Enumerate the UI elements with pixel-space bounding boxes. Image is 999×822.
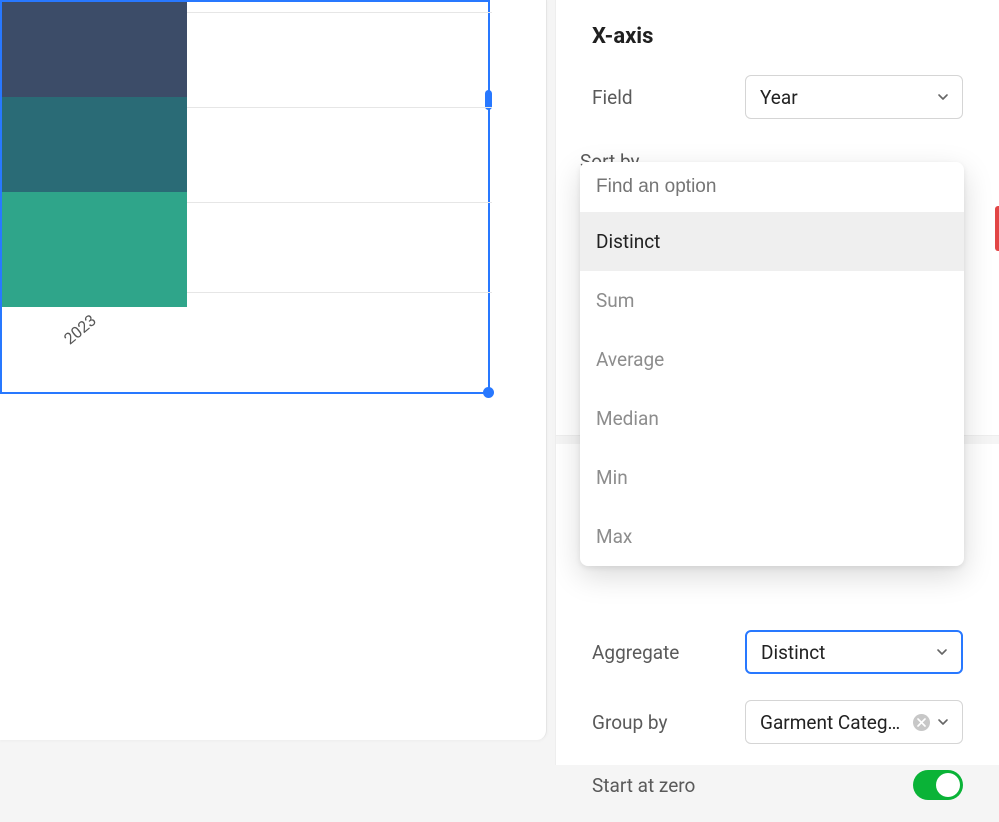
field-label: Field (592, 86, 633, 109)
chevron-down-icon (935, 645, 949, 659)
stacked-bar (2, 2, 187, 307)
groupby-label: Group by (592, 711, 667, 734)
start-at-zero-toggle[interactable] (913, 770, 963, 800)
dropdown-search-input[interactable] (580, 162, 964, 212)
start-at-zero-label: Start at zero (592, 774, 695, 797)
dropdown-item-min[interactable]: Min (580, 448, 964, 507)
field-select[interactable]: Year (745, 75, 963, 119)
dropdown-item-max[interactable]: Max (580, 507, 964, 566)
aggregate-select[interactable]: Distinct (745, 630, 963, 674)
x-axis-tick-label: 2023 (60, 311, 100, 349)
xaxis-title: X-axis (592, 24, 963, 49)
field-row-field: Field Year (592, 75, 963, 119)
dropdown-item-median[interactable]: Median (580, 389, 964, 448)
red-edge-indicator (995, 206, 999, 251)
field-row-aggregate: Aggregate Distinct (592, 630, 963, 674)
chart-gridlines (187, 2, 492, 292)
bar-segment-top (2, 2, 187, 97)
field-row-groupby: Group by Garment Categ… (592, 700, 963, 744)
bar-segment-bottom (2, 192, 187, 307)
chart-canvas-panel: 2023 (0, 0, 547, 740)
dropdown-item-average[interactable]: Average (580, 330, 964, 389)
dropdown-item-sum[interactable]: Sum (580, 271, 964, 330)
groupby-select[interactable]: Garment Categ… (745, 700, 963, 744)
bar-segment-middle (2, 97, 187, 192)
aggregate-value: Distinct (761, 641, 935, 664)
aggregate-dropdown: Distinct Sum Average Median Min Max (580, 162, 964, 566)
groupby-value: Garment Categ… (760, 711, 913, 734)
field-value: Year (760, 86, 936, 109)
clear-icon[interactable] (913, 714, 930, 731)
chart-selection-frame[interactable]: 2023 (0, 0, 490, 394)
aggregate-label: Aggregate (592, 641, 679, 664)
field-row-start-zero: Start at zero (592, 770, 963, 800)
dropdown-item-distinct[interactable]: Distinct (580, 212, 964, 271)
chevron-down-icon (936, 90, 950, 104)
chevron-down-icon (936, 715, 950, 729)
